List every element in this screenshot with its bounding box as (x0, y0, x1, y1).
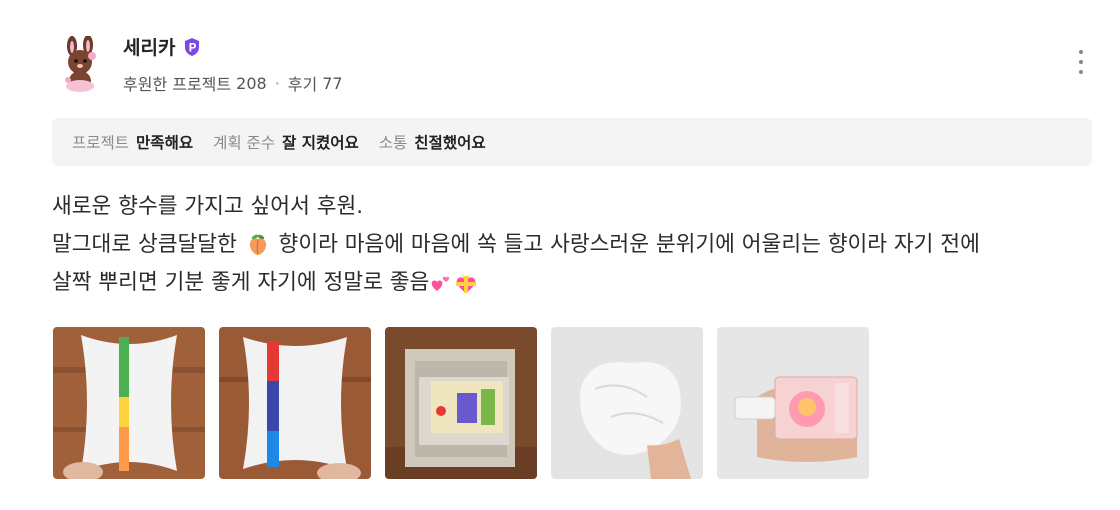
author-nickname[interactable]: 세리카 (123, 33, 175, 60)
rating-label: 프로젝트 (72, 134, 130, 152)
review-line-2-end: 향이라 마음에 마음에 쏙 들고 사랑스러운 분위기에 어울리는 향이라 자기 … (278, 232, 980, 257)
avatar[interactable] (56, 35, 106, 94)
rating-label: 계획 준수 (213, 134, 276, 152)
photo-thumbnail-5[interactable] (717, 327, 869, 479)
rating-value: 만족해요 (136, 134, 194, 152)
more-options-icon[interactable] (1070, 48, 1092, 76)
author-stats: 후원한 프로젝트 208 · 후기 77 (123, 71, 343, 95)
review-line-2: 말그대로 상큼달달한 향이라 마음에 마음에 쏙 들고 사랑스러운 분위기에 어… (52, 226, 1102, 264)
two-hearts-emoji-icon (431, 276, 450, 291)
rating-communication: 소통 친절했어요 (379, 131, 486, 153)
reviews-label: 후기 (287, 75, 318, 94)
rating-label: 소통 (378, 134, 408, 152)
review-line-2-start: 말그대로 상큼달달한 (52, 232, 237, 257)
photo-thumbnail-1[interactable] (53, 327, 205, 479)
review-line-3-text: 살짝 뿌리면 기분 좋게 자기에 정말로 좋음 (52, 270, 430, 295)
photo-gallery (53, 327, 869, 479)
backed-label: 후원한 프로젝트 (123, 75, 232, 94)
author-header: 세리카 (123, 33, 202, 60)
backed-count: 208 (236, 73, 267, 93)
review-line-3: 살짝 뿌리면 기분 좋게 자기에 정말로 좋음 (52, 264, 1102, 302)
stats-separator: · (274, 73, 280, 93)
review-text: 새로운 향수를 가지고 싶어서 후원. 말그대로 상큼달달한 향이라 마음에 마… (52, 188, 1102, 302)
peach-emoji-icon (249, 234, 266, 255)
ratings-bar: 프로젝트 만족해요 계획 준수 잘 지켰어요 소통 친절했어요 (52, 118, 1092, 166)
rating-project: 프로젝트 만족해요 (72, 131, 193, 153)
review-line-1: 새로운 향수를 가지고 싶어서 후원. (52, 194, 364, 219)
reviews-count: 77 (322, 73, 343, 93)
photo-thumbnail-3[interactable] (385, 327, 537, 479)
rating-plan: 계획 준수 잘 지켰어요 (213, 131, 359, 153)
photo-thumbnail-2[interactable] (219, 327, 371, 479)
verified-badge-icon (185, 37, 200, 56)
rating-value: 친절했어요 (414, 134, 486, 152)
rating-value: 잘 지켰어요 (282, 134, 359, 152)
heart-with-ribbon-emoji-icon (456, 274, 477, 293)
photo-thumbnail-4[interactable] (551, 327, 703, 479)
bunny-avatar-icon (65, 35, 96, 92)
